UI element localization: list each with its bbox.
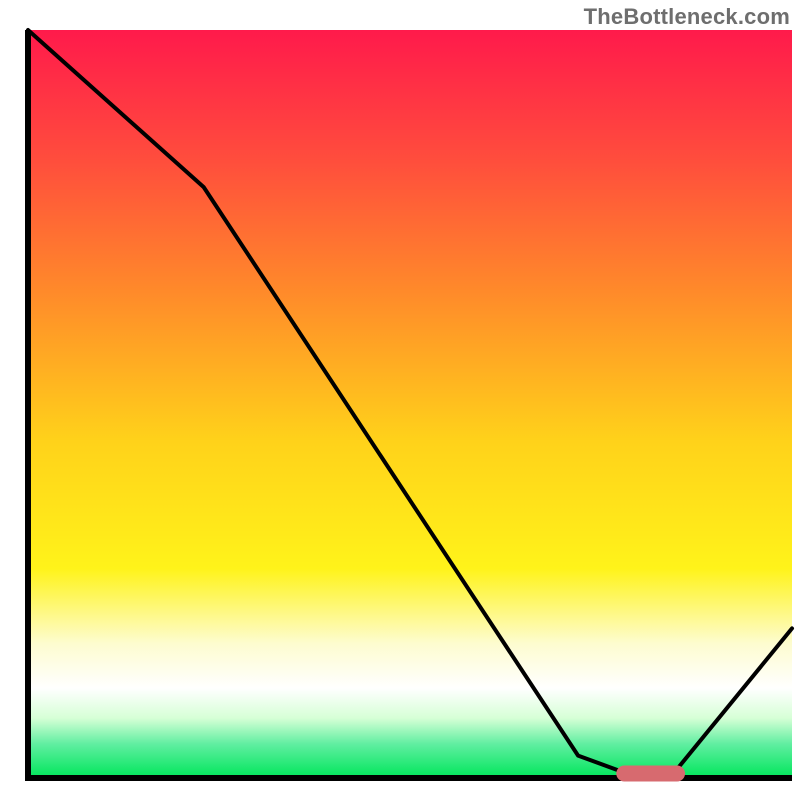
plot-background <box>28 30 792 778</box>
bottleneck-chart <box>0 0 800 800</box>
optimum-marker <box>616 766 685 782</box>
chart-container: TheBottleneck.com <box>0 0 800 800</box>
watermark-text: TheBottleneck.com <box>584 4 790 30</box>
